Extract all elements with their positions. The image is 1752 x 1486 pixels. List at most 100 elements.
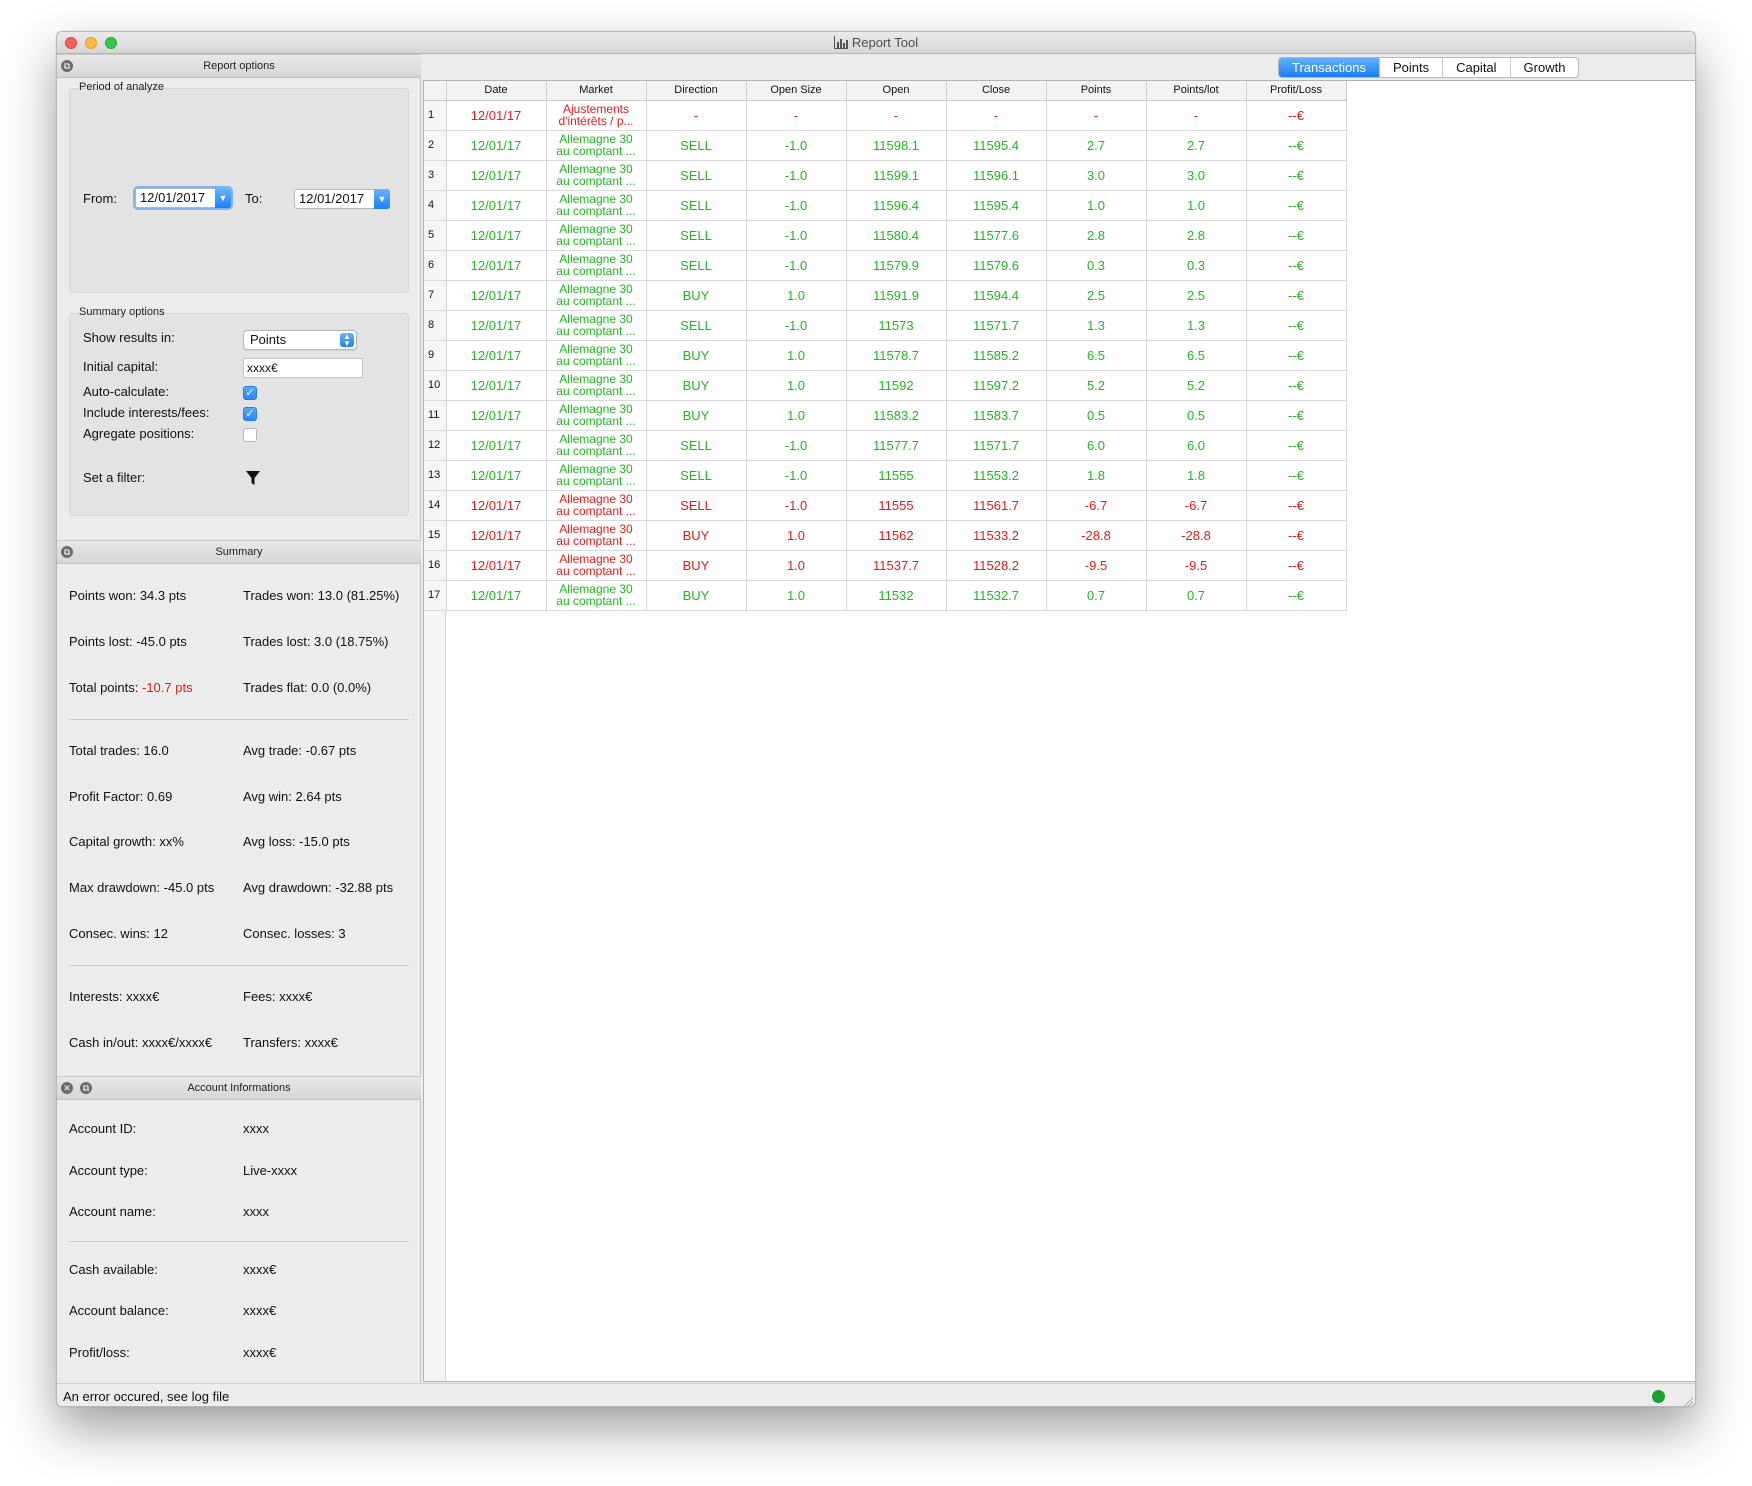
from-date-field[interactable]: 12/01/2017 ▼ [135, 188, 231, 208]
title-bar[interactable]: Report Tool [57, 32, 1695, 54]
open-size-cell[interactable]: -1.0 [746, 190, 847, 221]
points-cell[interactable]: 5.2 [1046, 370, 1147, 401]
direction-cell[interactable]: SELL [646, 250, 747, 281]
profit-loss-cell[interactable]: --€ [1246, 190, 1347, 221]
open-size-cell[interactable]: -1.0 [746, 430, 847, 461]
direction-cell[interactable]: SELL [646, 130, 747, 161]
profit-loss-cell[interactable]: --€ [1246, 550, 1347, 581]
table-row[interactable]: 6 12/01/17 Allemagne 30 au comptant ... SELL… [424, 250, 1347, 281]
tab-growth[interactable]: Growth [1509, 58, 1579, 77]
date-cell[interactable]: 12/01/17 [446, 550, 547, 581]
points-per-lot-cell[interactable]: 6.0 [1146, 430, 1247, 461]
close-cell[interactable]: 11595.4 [946, 130, 1047, 161]
close-dock-icon[interactable]: ✕ [61, 1082, 73, 1094]
direction-cell[interactable]: BUY [646, 280, 747, 311]
points-cell[interactable]: 2.7 [1046, 130, 1147, 161]
direction-cell[interactable]: BUY [646, 520, 747, 551]
points-cell[interactable]: 0.5 [1046, 400, 1147, 431]
direction-cell[interactable]: BUY [646, 580, 747, 611]
points-cell[interactable]: - [1046, 100, 1147, 131]
profit-loss-cell[interactable]: --€ [1246, 370, 1347, 401]
close-cell[interactable]: - [946, 100, 1047, 131]
open-size-cell[interactable]: 1.0 [746, 370, 847, 401]
auto-calculate-checkbox[interactable]: ✓ [243, 386, 257, 400]
date-cell[interactable]: 12/01/17 [446, 190, 547, 221]
table-row[interactable]: 12 12/01/17 Allemagne 30 au comptant ... SEL… [424, 430, 1347, 461]
direction-cell[interactable]: BUY [646, 340, 747, 371]
market-cell[interactable]: Ajustements d'intérêts / p... [546, 100, 647, 131]
points-per-lot-cell[interactable]: 0.5 [1146, 400, 1247, 431]
open-size-cell[interactable]: -1.0 [746, 490, 847, 521]
table-row[interactable]: 1 12/01/17 Ajustements d'intérêts / p... - - -… [424, 100, 1347, 131]
open-size-cell[interactable]: -1.0 [746, 250, 847, 281]
open-size-cell[interactable]: - [746, 100, 847, 131]
points-cell[interactable]: 2.8 [1046, 220, 1147, 251]
table-row[interactable]: 2 12/01/17 Allemagne 30 au comptant ... SELL… [424, 130, 1347, 161]
to-date-dropdown-icon[interactable]: ▼ [374, 189, 390, 209]
table-row[interactable]: 16 12/01/17 Allemagne 30 au comptant ... BUY… [424, 550, 1347, 581]
column-header[interactable]: Market [546, 81, 647, 101]
include-interests-checkbox[interactable]: ✓ [243, 407, 257, 421]
market-cell[interactable]: Allemagne 30 au comptant ... [546, 370, 647, 401]
date-cell[interactable]: 12/01/17 [446, 430, 547, 461]
profit-loss-cell[interactable]: --€ [1246, 460, 1347, 491]
close-cell[interactable]: 11553.2 [946, 460, 1047, 491]
market-cell[interactable]: Allemagne 30 au comptant ... [546, 250, 647, 281]
open-cell[interactable]: 11596.4 [846, 190, 947, 221]
table-row[interactable]: 17 12/01/17 Allemagne 30 au comptant ... BUY… [424, 580, 1347, 611]
close-cell[interactable]: 11577.6 [946, 220, 1047, 251]
market-cell[interactable]: Allemagne 30 au comptant ... [546, 280, 647, 311]
profit-loss-cell[interactable]: --€ [1246, 580, 1347, 611]
open-cell[interactable]: 11592 [846, 370, 947, 401]
profit-loss-cell[interactable]: --€ [1246, 160, 1347, 191]
profit-loss-cell[interactable]: --€ [1246, 520, 1347, 551]
date-cell[interactable]: 12/01/17 [446, 130, 547, 161]
profit-loss-cell[interactable]: --€ [1246, 430, 1347, 461]
open-cell[interactable]: 11562 [846, 520, 947, 551]
points-per-lot-cell[interactable]: -9.5 [1146, 550, 1247, 581]
market-cell[interactable]: Allemagne 30 au comptant ... [546, 220, 647, 251]
show-results-select[interactable]: Points ▲ ▼ [243, 330, 357, 350]
direction-cell[interactable]: SELL [646, 160, 747, 191]
open-size-cell[interactable]: 1.0 [746, 340, 847, 371]
tab-points[interactable]: Points [1378, 58, 1442, 77]
open-size-cell[interactable]: -1.0 [746, 220, 847, 251]
column-header[interactable]: Profit/Loss [1246, 81, 1347, 101]
market-cell[interactable]: Allemagne 30 au comptant ... [546, 430, 647, 461]
table-row[interactable]: 4 12/01/17 Allemagne 30 au comptant ... SELL… [424, 190, 1347, 221]
open-size-cell[interactable]: 1.0 [746, 580, 847, 611]
open-cell[interactable]: 11578.7 [846, 340, 947, 371]
column-header[interactable]: Direction [646, 81, 747, 101]
points-cell[interactable]: -6.7 [1046, 490, 1147, 521]
direction-cell[interactable]: SELL [646, 310, 747, 341]
close-cell[interactable]: 11561.7 [946, 490, 1047, 521]
close-cell[interactable]: 11571.7 [946, 310, 1047, 341]
profit-loss-cell[interactable]: --€ [1246, 250, 1347, 281]
points-cell[interactable]: 0.3 [1046, 250, 1147, 281]
date-cell[interactable]: 12/01/17 [446, 250, 547, 281]
profit-loss-cell[interactable]: --€ [1246, 310, 1347, 341]
column-header[interactable]: Points [1046, 81, 1147, 101]
date-cell[interactable]: 12/01/17 [446, 520, 547, 551]
open-cell[interactable]: 11537.7 [846, 550, 947, 581]
profit-loss-cell[interactable]: --€ [1246, 280, 1347, 311]
market-cell[interactable]: Allemagne 30 au comptant ... [546, 190, 647, 221]
column-header[interactable]: Close [946, 81, 1047, 101]
points-cell[interactable]: -28.8 [1046, 520, 1147, 551]
points-per-lot-cell[interactable]: 2.5 [1146, 280, 1247, 311]
points-per-lot-cell[interactable]: 5.2 [1146, 370, 1247, 401]
profit-loss-cell[interactable]: --€ [1246, 490, 1347, 521]
market-cell[interactable]: Allemagne 30 au comptant ... [546, 490, 647, 521]
open-cell[interactable]: 11532 [846, 580, 947, 611]
direction-cell[interactable]: BUY [646, 550, 747, 581]
open-cell[interactable]: 11583.2 [846, 400, 947, 431]
open-size-cell[interactable]: -1.0 [746, 160, 847, 191]
open-size-cell[interactable]: 1.0 [746, 400, 847, 431]
close-cell[interactable]: 11597.2 [946, 370, 1047, 401]
market-cell[interactable]: Allemagne 30 au comptant ... [546, 400, 647, 431]
open-size-cell[interactable]: -1.0 [746, 460, 847, 491]
date-cell[interactable]: 12/01/17 [446, 580, 547, 611]
open-cell[interactable]: 11591.9 [846, 280, 947, 311]
date-cell[interactable]: 12/01/17 [446, 340, 547, 371]
direction-cell[interactable]: SELL [646, 430, 747, 461]
